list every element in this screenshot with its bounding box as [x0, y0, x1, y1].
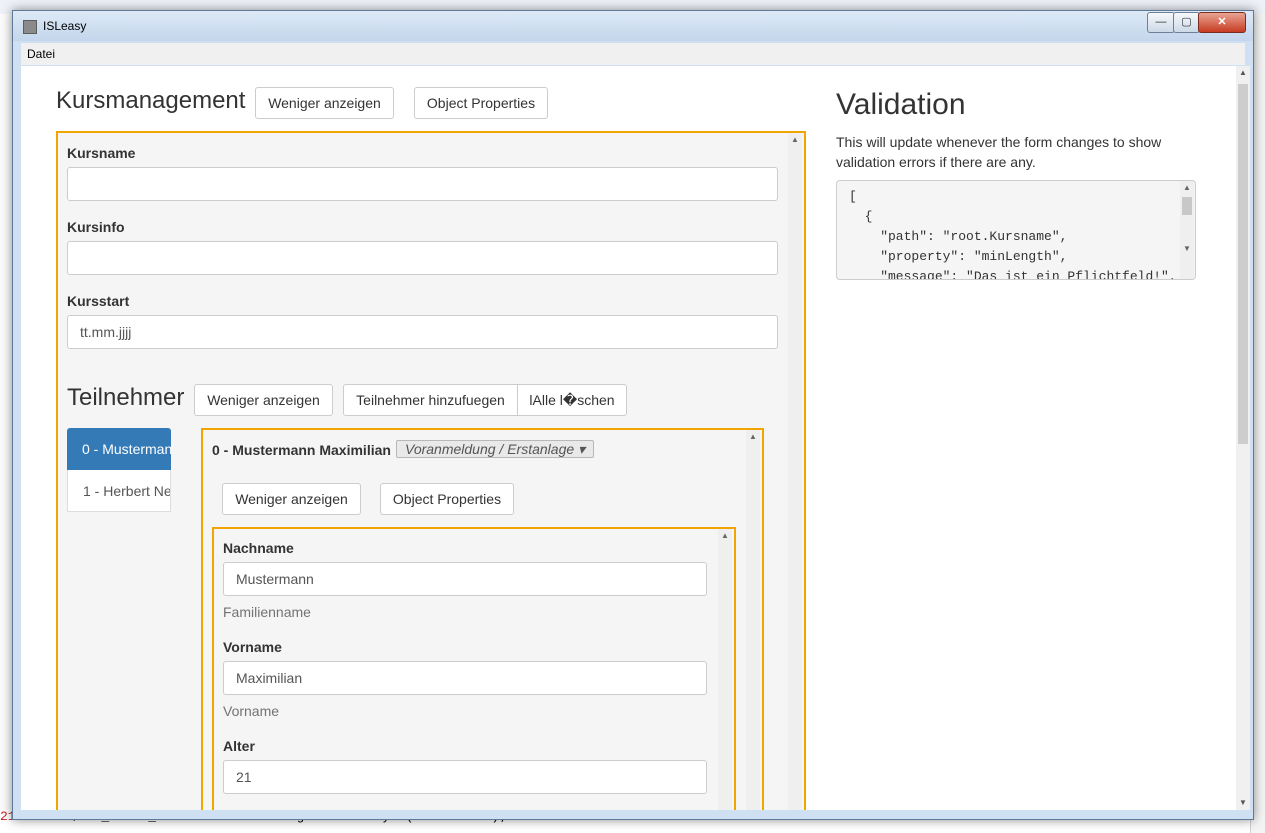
kursstart-input[interactable]: tt.mm.jjjj: [67, 315, 778, 349]
validation-output-scrollbar[interactable]: ▲ ▼: [1180, 181, 1194, 279]
validation-title: Validation: [836, 88, 966, 121]
kursinfo-input[interactable]: [67, 241, 778, 275]
window-title: ISLeasy: [43, 19, 87, 33]
nachname-help: Familienname: [223, 604, 311, 620]
participant-heading: 0 - Mustermann Maximilian: [212, 442, 391, 458]
status-select[interactable]: Voranmeldung / Erstanlage ▾: [396, 440, 595, 458]
title-bar[interactable]: ISLeasy — ▢ ✕: [13, 11, 1253, 41]
participant-less-button[interactable]: Weniger anzeigen: [222, 483, 361, 515]
validation-description-line-1: This will update whenever the form chang…: [836, 134, 1162, 150]
participants-less-button[interactable]: Weniger anzeigen: [194, 384, 333, 416]
vorname-help: Vorname: [223, 703, 280, 719]
participant-properties-button[interactable]: Object Properties: [380, 483, 514, 515]
vorname-label: Vorname: [223, 639, 282, 655]
person-panel: ▲ Nachname Mustermann Familienname Vorna…: [212, 527, 736, 810]
validation-output[interactable]: [ { "path": "root.Kursname", "property":…: [836, 180, 1196, 280]
person-panel-scrollbar[interactable]: ▲: [718, 529, 732, 810]
course-properties-button[interactable]: Object Properties: [414, 87, 548, 119]
participants-title: Teilnehmer: [67, 384, 185, 411]
validation-description-line-2: validation errors if there are any.: [836, 154, 1036, 170]
app-icon: [23, 20, 37, 34]
alter-label: Alter: [223, 738, 255, 754]
status-select-label: Voranmeldung / Erstanlage: [405, 441, 575, 457]
kursstart-label: Kursstart: [67, 293, 130, 309]
scroll-up-icon[interactable]: ▲: [1236, 66, 1250, 80]
alter-input[interactable]: 21: [223, 760, 707, 794]
scroll-up-icon[interactable]: ▲: [746, 431, 760, 443]
validation-description: This will update whenever the form chang…: [836, 132, 1161, 172]
course-less-button[interactable]: Weniger anzeigen: [255, 87, 394, 119]
minimize-button[interactable]: —: [1147, 12, 1175, 33]
scroll-thumb[interactable]: [1182, 197, 1192, 215]
participant-panel: ▲ 0 - Mustermann Maximilian Voranmeldung…: [201, 428, 764, 810]
vorname-input[interactable]: Maximilian: [223, 661, 707, 695]
window-scrollbar[interactable]: ▲ ▼: [1236, 66, 1250, 810]
participant-panel-scrollbar[interactable]: ▲: [746, 430, 760, 810]
scroll-down-icon[interactable]: ▼: [1180, 243, 1194, 255]
add-participant-button[interactable]: Teilnehmer hinzufuegen: [343, 384, 518, 416]
scroll-up-icon[interactable]: ▲: [718, 530, 732, 542]
app-window: ISLeasy — ▢ ✕ Datei Kursmanagement Wenig…: [12, 10, 1254, 820]
kursinfo-label: Kursinfo: [67, 219, 125, 235]
nachname-input[interactable]: Mustermann: [223, 562, 707, 596]
maximize-button[interactable]: ▢: [1173, 12, 1200, 33]
delete-all-button[interactable]: lAlle l�schen: [517, 384, 627, 416]
scroll-up-icon[interactable]: ▲: [1180, 182, 1194, 194]
participant-tab-1[interactable]: 1 - Herbert Neubauer: [67, 470, 171, 512]
close-button[interactable]: ✕: [1198, 12, 1246, 33]
scroll-up-icon[interactable]: ▲: [788, 134, 802, 146]
chevron-down-icon: ▾: [578, 441, 586, 457]
kursname-input[interactable]: [67, 167, 778, 201]
course-title: Kursmanagement: [56, 87, 246, 114]
form-area: Kursmanagement Weniger anzeigen Object P…: [21, 66, 1236, 810]
course-panel-scrollbar[interactable]: ▲: [788, 133, 802, 810]
menu-datei[interactable]: Datei: [27, 47, 55, 61]
scroll-thumb[interactable]: [1238, 84, 1248, 444]
scroll-down-icon[interactable]: ▼: [1236, 796, 1250, 810]
course-panel: ▲ Kursname Kursinfo Kursstart tt.mm.jjjj…: [56, 131, 806, 810]
menu-bar: Datei: [21, 43, 1245, 65]
participant-tab-0[interactable]: 0 - Mustermann Maximilian: [67, 428, 171, 470]
validation-json: [ { "path": "root.Kursname", "property":…: [849, 189, 1177, 280]
kursname-label: Kursname: [67, 145, 136, 161]
nachname-label: Nachname: [223, 540, 294, 556]
